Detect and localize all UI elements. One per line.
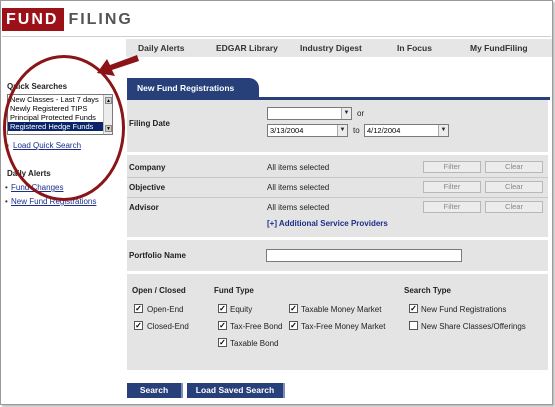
- closed-end-checkbox[interactable]: ✓: [134, 321, 143, 330]
- chevron-down-icon: ▼: [341, 108, 351, 119]
- top-nav: Daily Alerts EDGAR Library Industry Dige…: [126, 39, 552, 57]
- fund-type-title: Fund Type: [214, 286, 254, 295]
- row-divider: [127, 197, 548, 198]
- row-divider: [127, 177, 548, 178]
- search-button[interactable]: Search: [127, 383, 183, 398]
- bullet-icon: •: [5, 197, 8, 206]
- objective-clear-button[interactable]: Clear: [485, 181, 543, 193]
- section-separator: [127, 271, 548, 274]
- tax-free-money-market-label: Tax-Free Money Market: [301, 322, 386, 331]
- callout-arrow-icon: [97, 55, 139, 76]
- section-separator: [127, 152, 548, 155]
- advisor-filter-button[interactable]: Filter: [423, 201, 481, 213]
- company-clear-button[interactable]: Clear: [485, 161, 543, 173]
- closed-end-label: Closed-End: [147, 322, 189, 331]
- company-label: Company: [129, 163, 166, 172]
- to-text: to: [353, 126, 360, 135]
- date-from-value: 3/13/2004: [270, 126, 304, 135]
- filing-date-label: Filing Date: [129, 119, 170, 128]
- additional-service-providers-link[interactable]: [+] Additional Service Providers: [267, 219, 388, 228]
- nav-daily-alerts[interactable]: Daily Alerts: [138, 43, 184, 53]
- company-value: All items selected: [267, 163, 330, 172]
- open-closed-title: Open / Closed: [132, 286, 186, 295]
- taxable-money-market-checkbox[interactable]: ✓: [289, 304, 298, 313]
- tax-free-bond-label: Tax-Free Bond: [230, 322, 283, 331]
- chevron-down-icon: ▼: [438, 125, 448, 136]
- logo-text: FILING: [68, 11, 133, 28]
- objective-filter-button[interactable]: Filter: [423, 181, 481, 193]
- taxable-bond-checkbox[interactable]: ✓: [218, 338, 227, 347]
- open-end-label: Open-End: [147, 305, 184, 314]
- fundfiling-logo[interactable]: FUND FILING: [2, 8, 133, 31]
- portfolio-name-label: Portfolio Name: [129, 251, 186, 260]
- tab-new-fund-registrations[interactable]: New Fund Registrations: [127, 78, 259, 98]
- equity-label: Equity: [230, 305, 253, 314]
- load-saved-search-button[interactable]: Load Saved Search: [187, 383, 285, 398]
- company-filter-button[interactable]: Filter: [423, 161, 481, 173]
- nav-in-focus[interactable]: In Focus: [397, 43, 432, 53]
- nav-edgar-library[interactable]: EDGAR Library: [216, 43, 278, 53]
- header-divider: [2, 36, 551, 37]
- or-text: or: [357, 109, 365, 118]
- equity-checkbox[interactable]: ✓: [218, 304, 227, 313]
- nav-my-fundfiling[interactable]: My FundFiling: [470, 43, 528, 53]
- section-separator: [127, 237, 548, 240]
- objective-value: All items selected: [267, 183, 330, 192]
- new-fund-registrations-checkbox[interactable]: ✓: [409, 304, 418, 313]
- date-to-value: 4/12/2004: [367, 126, 401, 135]
- logo-box: FUND: [2, 8, 65, 31]
- tax-free-bond-checkbox[interactable]: ✓: [218, 321, 227, 330]
- nav-industry-digest[interactable]: Industry Digest: [300, 43, 362, 53]
- taxable-money-market-label: Taxable Money Market: [301, 305, 382, 314]
- tax-free-money-market-checkbox[interactable]: ✓: [289, 321, 298, 330]
- new-share-classes-label: New Share Classes/Offerings: [421, 322, 526, 331]
- app-window: FUND FILING Daily Alerts EDGAR Library I…: [0, 0, 553, 405]
- objective-label: Objective: [129, 183, 166, 192]
- date-from-select[interactable]: 3/13/2004 ▼: [267, 124, 348, 137]
- portfolio-name-input[interactable]: [266, 249, 462, 262]
- bullet-icon: •: [5, 183, 8, 192]
- advisor-label: Advisor: [129, 203, 159, 212]
- new-fund-registrations-label: New Fund Registrations: [421, 305, 507, 314]
- open-end-checkbox[interactable]: ✓: [134, 304, 143, 313]
- advisor-value: All items selected: [267, 203, 330, 212]
- new-share-classes-checkbox[interactable]: [409, 321, 418, 330]
- chevron-down-icon: ▼: [337, 125, 347, 136]
- search-type-title: Search Type: [404, 286, 451, 295]
- filing-date-preset-select[interactable]: ▼: [267, 107, 352, 120]
- advisor-clear-button[interactable]: Clear: [485, 201, 543, 213]
- date-to-select[interactable]: 4/12/2004 ▼: [364, 124, 449, 137]
- taxable-bond-label: Taxable Bond: [230, 339, 279, 348]
